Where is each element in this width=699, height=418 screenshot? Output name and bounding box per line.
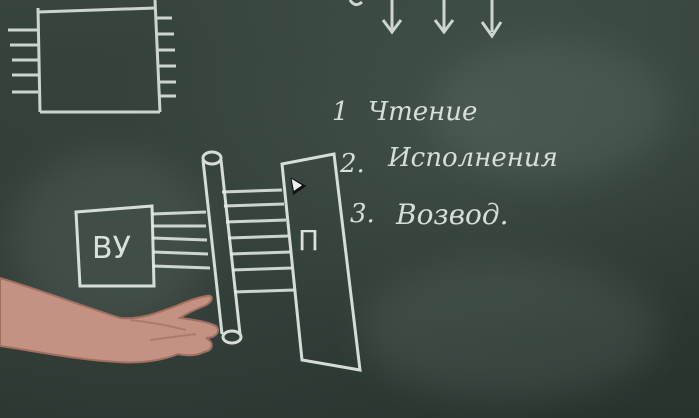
list-item-2: Исполнения [387, 143, 558, 173]
chalk-list: 1 Чтение 2. Исполнения 3. Возвод. [332, 97, 558, 231]
chalk-drawing: ВУ П 1 Чтение 2. Исполнения 3. Возвод. [0, 0, 558, 372]
box-p-label: П [298, 224, 319, 257]
down-arrows [348, 0, 503, 39]
box-vu-label: ВУ [92, 231, 131, 266]
top-left-diagram [8, 0, 176, 114]
hand-image [0, 276, 220, 364]
list-number-1: 1 [332, 97, 349, 127]
list-number-3: 3. [350, 199, 375, 229]
list-item-3: Возвод. [395, 198, 509, 231]
bus-tube [201, 150, 243, 345]
list-item-1: Чтение [368, 97, 477, 127]
list-number-2: 2. [339, 149, 365, 179]
vu-bus-lines [151, 210, 211, 270]
chalkboard: ВУ П 1 Чтение 2. Исполнения 3. Возвод. [0, 0, 699, 418]
